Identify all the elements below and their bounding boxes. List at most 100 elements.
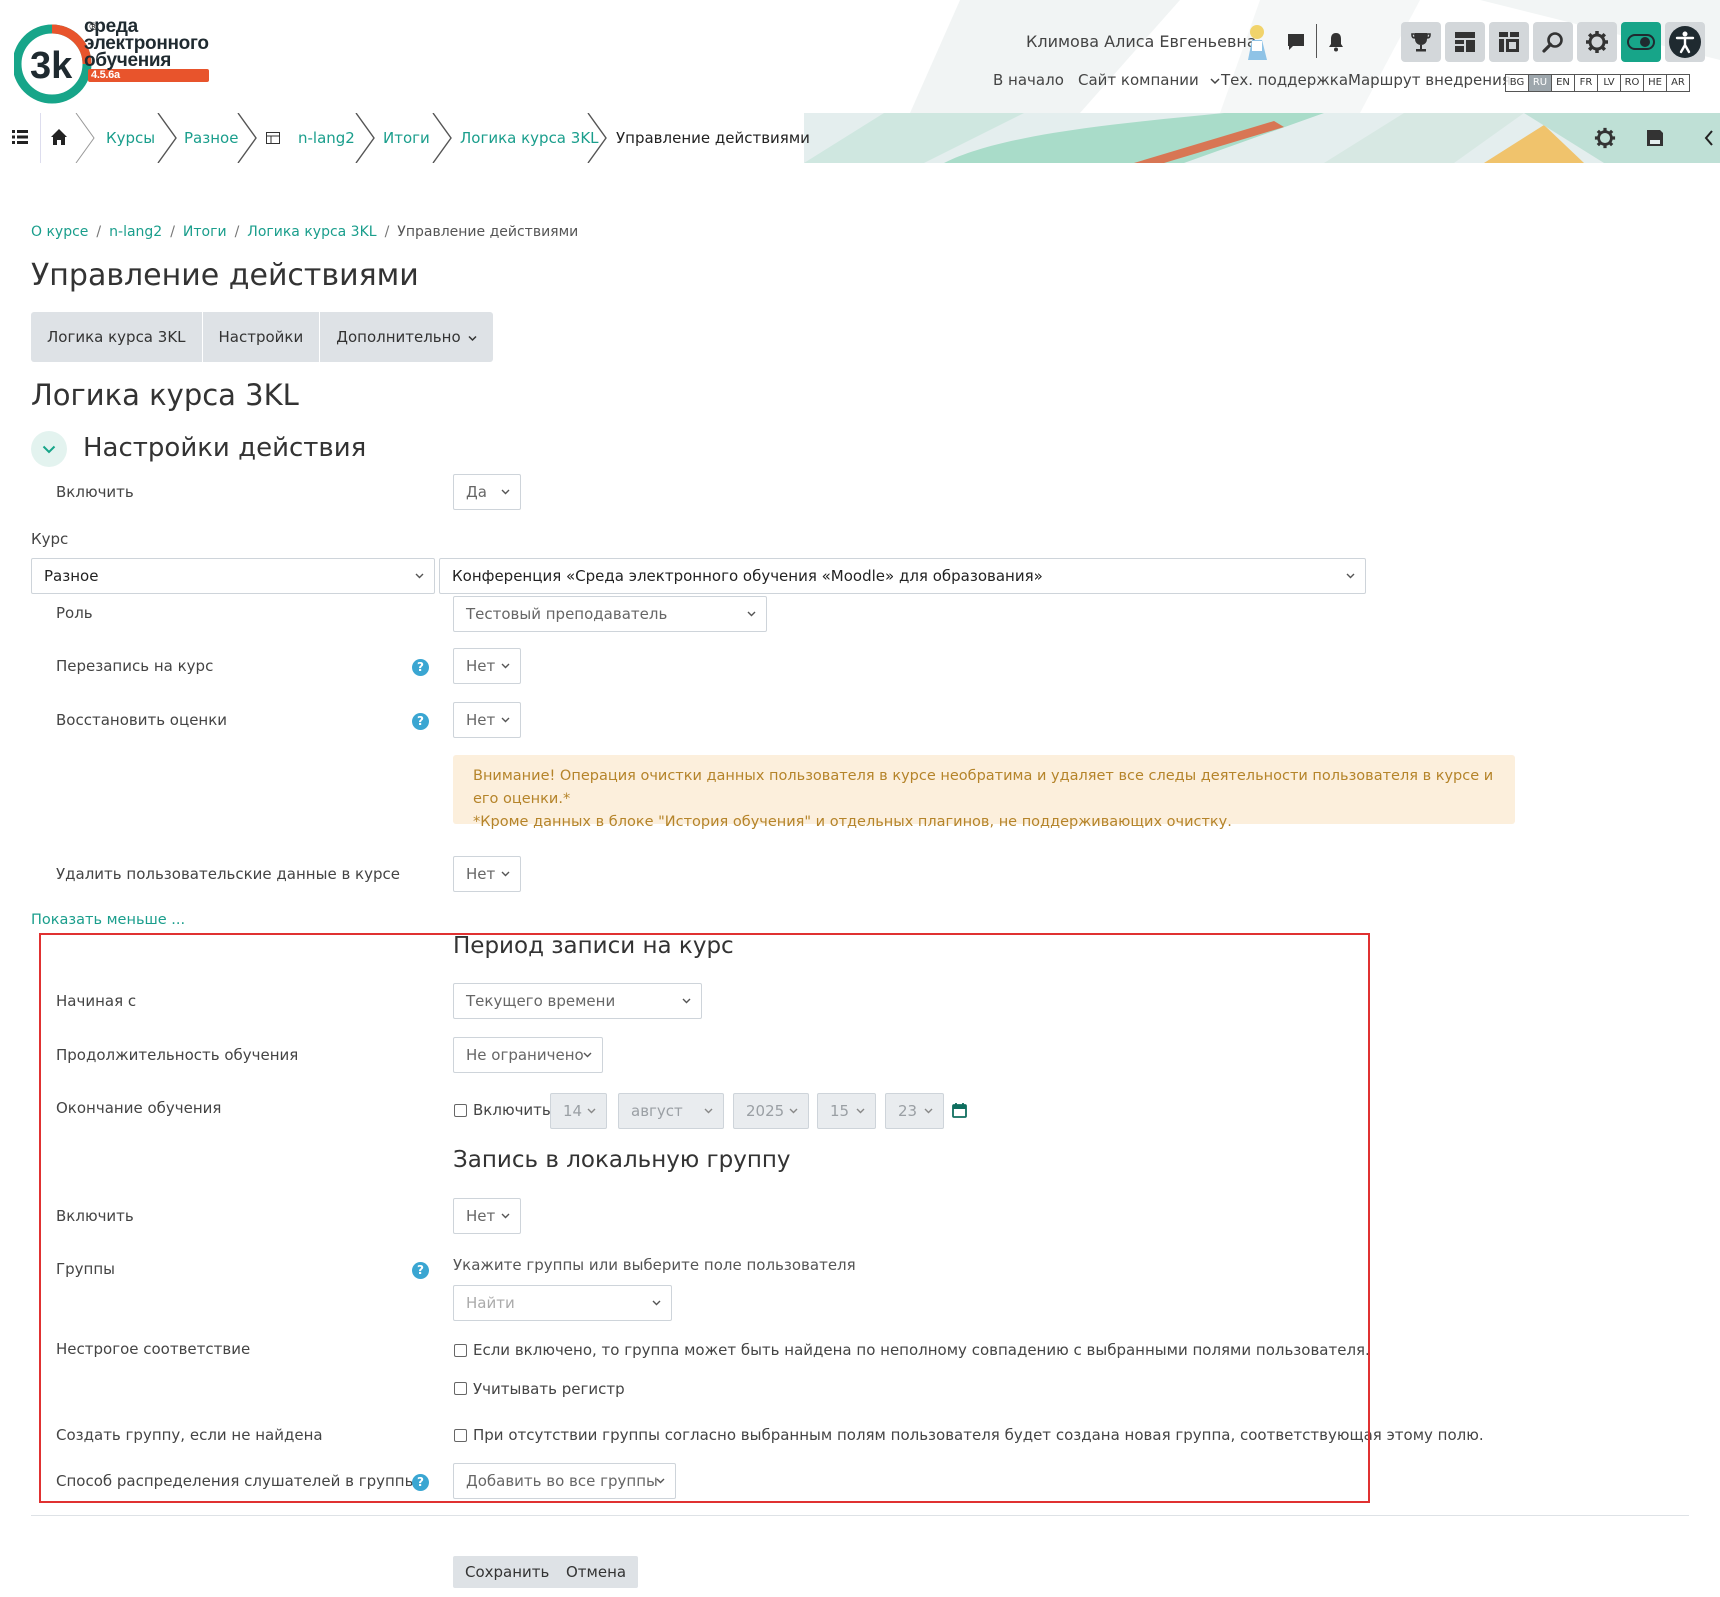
chevron-down-icon (1210, 78, 1220, 85)
end-hour-select[interactable]: 15 (817, 1093, 876, 1129)
crumb-logic[interactable]: Логика курса 3KL (247, 224, 376, 240)
section-title: Настройки действия (83, 433, 367, 463)
case-sensitive-text: Учитывать регистр (473, 1380, 625, 1398)
form-divider (31, 1515, 1689, 1516)
reenrol-select[interactable]: Нет (453, 648, 521, 684)
gear-icon[interactable] (1577, 22, 1617, 62)
home-icon[interactable] (50, 128, 68, 146)
crumb-current: Управление действиями (397, 224, 579, 240)
show-less-link[interactable]: Показать меньше ... (31, 912, 185, 928)
chevron-down-icon (789, 1108, 798, 1114)
tab-logic[interactable]: Логика курса 3KL (31, 312, 203, 362)
tab-more[interactable]: Дополнительно (320, 312, 494, 362)
help-icon[interactable]: ? (412, 659, 429, 676)
collapse-section-button[interactable] (31, 431, 67, 467)
create-group-text: При отсутствии группы согласно выбранным… (473, 1426, 1484, 1444)
save-icon[interactable] (1646, 129, 1664, 147)
user-name[interactable]: Климова Алиса Евгеньевна (1026, 32, 1257, 51)
enable-select[interactable]: Да (453, 474, 521, 510)
tab-settings[interactable]: Настройки (202, 312, 321, 362)
crumb-course[interactable]: n-lang2 (109, 224, 162, 240)
nav-route-link[interactable]: Маршрут внедрения (1348, 71, 1511, 89)
chevron-down-icon (501, 717, 510, 723)
course-select[interactable]: Конференция «Среда электронного обучения… (439, 558, 1366, 594)
help-icon[interactable]: ? (412, 1474, 429, 1491)
crumb-results[interactable]: Итоги (183, 224, 227, 240)
nav-company-dropdown[interactable]: Сайт компании (1078, 71, 1220, 89)
create-group-label: Создать группу, если не найдена (56, 1426, 323, 1444)
layout-icon[interactable] (1489, 22, 1529, 62)
fuzzy-match-checkbox[interactable] (454, 1344, 467, 1357)
restore-grades-value: Нет (466, 711, 496, 729)
chevron-down-icon (501, 663, 510, 669)
chevron-down-icon (501, 871, 510, 877)
search-icon[interactable] (1533, 22, 1573, 62)
nav-company-label: Сайт компании (1078, 71, 1199, 89)
enable-label: Включить (56, 483, 134, 501)
subtitle: Логика курса 3KL (31, 378, 299, 412)
breadcrumb-results[interactable]: Итоги (383, 113, 430, 163)
end-day-select[interactable]: 14 (550, 1093, 607, 1129)
bell-icon[interactable] (1324, 28, 1348, 56)
end-minute-select[interactable]: 23 (885, 1093, 944, 1129)
nav-home-link[interactable]: В начало (993, 71, 1064, 89)
dashboard-icon[interactable] (1445, 22, 1485, 62)
trophy-icon[interactable] (1401, 22, 1441, 62)
help-icon[interactable]: ? (412, 1262, 429, 1279)
breadcrumb-misc[interactable]: Разное (184, 113, 238, 163)
fuzzy-match-text: Если включено, то группа может быть найд… (473, 1341, 1370, 1359)
cancel-button[interactable]: Отмена (554, 1556, 639, 1588)
lang-bg[interactable]: BG (1505, 74, 1529, 92)
breadcrumb-separator (237, 113, 257, 163)
groups-label: Группы (56, 1260, 116, 1278)
delete-data-select[interactable]: Нет (453, 856, 521, 892)
breadcrumb-logic[interactable]: Логика курса 3KL (460, 113, 599, 163)
end-year-select[interactable]: 2025 (733, 1093, 809, 1129)
help-icon[interactable]: ? (412, 713, 429, 730)
chevron-left-icon[interactable] (1704, 130, 1714, 146)
duration-select[interactable]: Не ограничено (453, 1037, 603, 1073)
lang-ar[interactable]: AR (1666, 74, 1690, 92)
category-value: Разное (44, 567, 99, 585)
toggle-icon[interactable] (1621, 22, 1661, 62)
create-group-checkbox[interactable] (454, 1429, 467, 1442)
start-label: Начиная с (56, 992, 137, 1010)
category-select[interactable]: Разное (31, 558, 435, 594)
language-switcher: BG RU EN FR LV RO HE AR (1505, 74, 1690, 92)
accessibility-icon[interactable] (1665, 22, 1705, 62)
lang-ro[interactable]: RO (1620, 74, 1644, 92)
breadcrumb-courses[interactable]: Курсы (106, 113, 155, 163)
breadcrumb-course[interactable]: n-lang2 (298, 113, 355, 163)
menu-list-icon[interactable] (12, 130, 28, 144)
lang-he[interactable]: HE (1643, 74, 1667, 92)
end-enable-checkbox[interactable] (454, 1104, 467, 1117)
groups-search-select[interactable]: Найти (453, 1285, 672, 1321)
avatar[interactable] (1240, 22, 1274, 62)
role-value: Тестовый преподаватель (466, 605, 668, 623)
start-select[interactable]: Текущего времени (453, 983, 702, 1019)
fuzzy-match-label: Нестрогое соответствие (56, 1340, 251, 1358)
header-divider (1316, 24, 1317, 58)
distribution-label: Способ распределения слушателей в группы (56, 1472, 417, 1490)
calendar-icon[interactable] (952, 1102, 967, 1118)
lang-fr[interactable]: FR (1574, 74, 1598, 92)
case-sensitive-checkbox[interactable] (454, 1382, 467, 1395)
end-month-select[interactable]: август (618, 1093, 724, 1129)
lang-en[interactable]: EN (1551, 74, 1575, 92)
role-select[interactable]: Тестовый преподаватель (453, 596, 767, 632)
chevron-down-icon (924, 1108, 933, 1114)
distribution-select[interactable]: Добавить во все группы (453, 1463, 676, 1499)
chat-icon[interactable] (1284, 28, 1308, 56)
logo-mark-icon: 3k (12, 24, 92, 104)
nav-support-link[interactable]: Тех. поддержка (1221, 71, 1348, 89)
save-button[interactable]: Сохранить (453, 1556, 562, 1588)
crumb-about-course[interactable]: О курсе (31, 224, 88, 240)
local-group-title: Запись в локальную группу (453, 1147, 791, 1173)
end-enable-label: Включить (473, 1101, 551, 1119)
svg-text:3k: 3k (30, 45, 73, 87)
gear-icon[interactable] (1594, 127, 1616, 149)
restore-grades-select[interactable]: Нет (453, 702, 521, 738)
lang-lv[interactable]: LV (1597, 74, 1621, 92)
group-enable-select[interactable]: Нет (453, 1198, 521, 1234)
lang-ru[interactable]: RU (1528, 74, 1552, 92)
